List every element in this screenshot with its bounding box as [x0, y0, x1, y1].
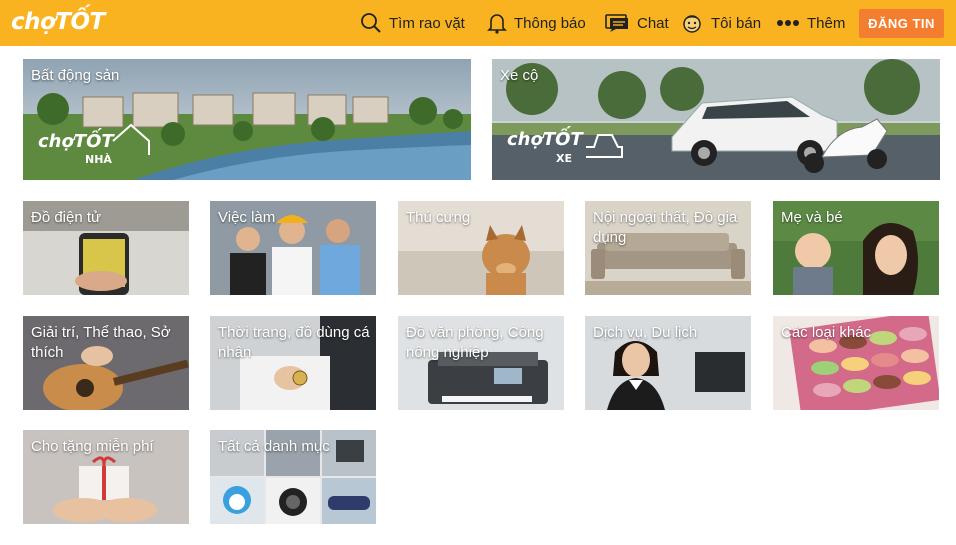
category-furniture[interactable]: Nội ngoại thất, Đồ gia dụng	[585, 201, 751, 295]
nav-more-label: Thêm	[807, 14, 846, 32]
category-pets[interactable]: Thú cưng	[398, 201, 564, 295]
category-office-agriculture-label: Đồ văn phòng, Công nông nghiệp	[406, 324, 544, 361]
nav-my-selling[interactable]: Tôi bán	[680, 0, 761, 46]
nav-more[interactable]: Thêm	[776, 0, 845, 46]
nav-search-label: Tìm rao vặt	[389, 14, 465, 32]
category-mom-baby-label: Mẹ và bé	[781, 209, 843, 226]
more-dots-icon	[776, 19, 800, 27]
category-jobs-label: Việc làm	[218, 209, 276, 226]
category-jobs[interactable]: Việc làm	[210, 201, 376, 295]
search-icon	[360, 12, 382, 34]
category-electronics-label: Đồ điện tử	[31, 209, 102, 226]
nav-notifications[interactable]: Thông báo	[487, 0, 586, 46]
category-electronics[interactable]: Đồ điện tử	[23, 201, 189, 295]
nav-search[interactable]: Tìm rao vặt	[360, 0, 465, 46]
cho-tot-nha-logo: chợTỐT	[38, 131, 114, 152]
category-services-travel[interactable]: Dịch vụ, Du lịch	[585, 316, 751, 410]
nav-notifications-label: Thông báo	[514, 14, 586, 32]
category-entertainment-label: Giải trí, Thể thao, Sở thích	[31, 324, 171, 361]
chat-icon	[604, 13, 630, 33]
nav-chat-label: Chat	[637, 14, 669, 32]
category-pets-label: Thú cưng	[406, 209, 471, 226]
car-outline-icon	[586, 134, 623, 158]
nav-my-selling-label: Tôi bán	[711, 14, 762, 32]
category-fashion-label: Thời trang, đồ dùng cá nhân	[218, 324, 370, 361]
category-all-label: Tất cả danh mục	[218, 438, 330, 455]
category-all[interactable]: Tất cả danh mục	[210, 430, 376, 524]
cho-tot-xe-logo: chợTỐT	[507, 129, 583, 150]
post-ad-button[interactable]: ĐĂNG TIN	[859, 9, 944, 38]
featured-real-estate-label: Bất động sản	[31, 67, 120, 84]
bell-icon	[487, 12, 507, 34]
category-others-label: Các loại khác	[781, 324, 872, 341]
category-others[interactable]: Các loại khác	[773, 316, 939, 410]
site-logo[interactable]: chợTỐT	[11, 9, 105, 35]
category-free-giveaway-label: Cho tặng miễn phí	[31, 438, 154, 455]
category-entertainment[interactable]: Giải trí, Thể thao, Sở thích	[23, 316, 189, 410]
category-services-travel-label: Dịch vụ, Du lịch	[593, 324, 698, 341]
cho-tot-nha-sub: NHÀ	[85, 153, 112, 166]
category-mom-baby[interactable]: Mẹ và bé	[773, 201, 939, 295]
category-furniture-label: Nội ngoại thất, Đồ gia dụng	[593, 209, 738, 246]
category-free-giveaway[interactable]: Cho tặng miễn phí	[23, 430, 189, 524]
featured-vehicles-label: Xe cộ	[500, 67, 539, 84]
category-fashion[interactable]: Thời trang, đồ dùng cá nhân	[210, 316, 376, 410]
seller-face-icon	[680, 11, 704, 35]
top-header: chợTỐT Tìm rao vặt Thông báo Chat Tôi bá…	[0, 0, 956, 46]
house-outline-icon	[112, 123, 150, 155]
nav-chat[interactable]: Chat	[604, 0, 669, 46]
featured-vehicles[interactable]: Xe cộ chợTỐT XE	[492, 59, 940, 180]
category-office-agriculture[interactable]: Đồ văn phòng, Công nông nghiệp	[398, 316, 564, 410]
featured-real-estate[interactable]: Bất động sản chợTỐT NHÀ	[23, 59, 471, 180]
cho-tot-xe-sub: XE	[556, 152, 572, 165]
